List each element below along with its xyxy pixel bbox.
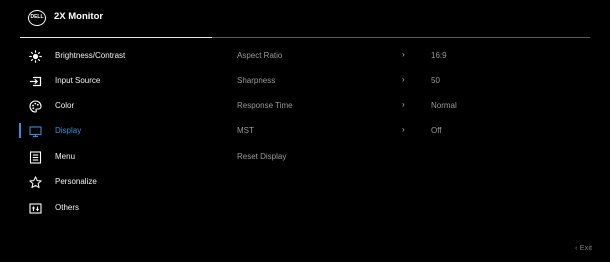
submenu-response-time[interactable]: Response Time › Normal bbox=[0, 97, 610, 117]
chevron-right-icon: › bbox=[402, 125, 405, 134]
submenu-label: Aspect Ratio bbox=[237, 51, 283, 60]
submenu-aspect-ratio[interactable]: Aspect Ratio › 16:9 bbox=[0, 47, 610, 67]
submenu-value: Normal bbox=[431, 101, 457, 110]
submenu-reset-display[interactable]: Reset Display bbox=[0, 148, 610, 168]
submenu-value: 16:9 bbox=[431, 51, 447, 60]
osd-header: DELL 2X Monitor bbox=[0, 0, 610, 35]
submenu-sharpness[interactable]: Sharpness › 50 bbox=[0, 72, 610, 92]
menu-item-label: Personalize bbox=[55, 177, 97, 186]
submenu-label: Sharpness bbox=[237, 76, 276, 85]
submenu-label: MST bbox=[237, 126, 254, 135]
header-divider bbox=[212, 37, 590, 38]
header-divider-active bbox=[20, 37, 212, 38]
menu-item-personalize[interactable]: Personalize bbox=[0, 173, 210, 193]
dell-logo: DELL bbox=[28, 10, 46, 26]
chevron-left-icon: ‹ bbox=[575, 243, 578, 252]
chevron-right-icon: › bbox=[402, 75, 405, 84]
menu-item-label: Others bbox=[55, 203, 80, 212]
exit-label: Exit bbox=[579, 243, 593, 252]
chevron-right-icon: › bbox=[402, 50, 405, 59]
submenu-mst[interactable]: MST › Off bbox=[0, 122, 610, 142]
submenu-value: Off bbox=[431, 126, 442, 135]
submenu-label: Response Time bbox=[237, 101, 293, 110]
exit-button[interactable]: ‹ Exit bbox=[575, 243, 592, 252]
star-icon bbox=[29, 176, 42, 189]
chevron-right-icon: › bbox=[402, 100, 405, 109]
submenu-label: Reset Display bbox=[237, 152, 287, 161]
osd-menu: DELL 2X Monitor Brightness/Contrast Inpu… bbox=[0, 0, 610, 262]
others-icon bbox=[29, 202, 42, 215]
submenu-value: 50 bbox=[431, 76, 440, 85]
menu-item-others[interactable]: Others bbox=[0, 199, 210, 219]
monitor-title: 2X Monitor bbox=[54, 11, 104, 22]
